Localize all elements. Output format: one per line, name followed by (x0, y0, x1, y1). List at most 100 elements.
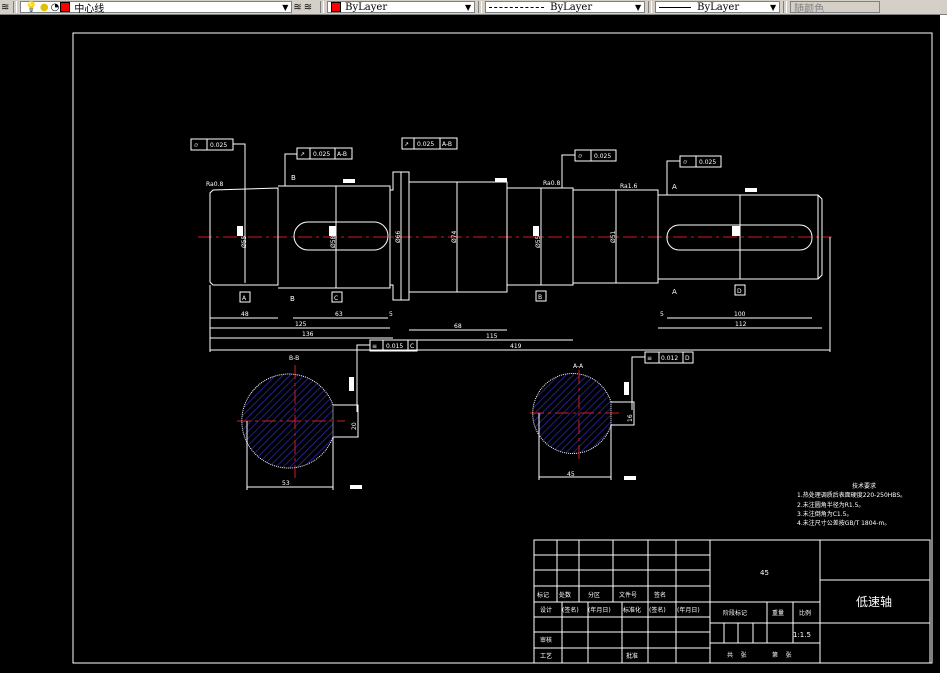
chevron-down-icon[interactable]: ▼ (282, 3, 288, 12)
sun-icon[interactable]: ● (40, 2, 49, 13)
chevron-down-icon[interactable]: ▼ (465, 3, 471, 12)
drawing-text: 63 (335, 311, 343, 318)
drawing-text: (年月日) (588, 606, 611, 614)
layer-dropdown[interactable]: 💡 ● ◔ 中心线 ▼ (20, 1, 293, 15)
layer-manager-icon[interactable]: ≋ (1, 2, 9, 13)
lineweight-dropdown[interactable]: ByLayer ▼ (655, 1, 781, 13)
dim-d4: Ø74 (451, 230, 458, 243)
linetype-preview (489, 6, 545, 8)
drawing-text: 45 (567, 471, 575, 478)
drawing-text: 签名 (654, 591, 666, 599)
drawing-line (533, 226, 539, 236)
drawing-text: (签名) (649, 606, 666, 614)
lineweight-preview (659, 6, 692, 8)
dim-d1: Ø55 (241, 235, 248, 248)
drawing-text: 4.未注尺寸公差按GB/T 1804-m。 (797, 519, 890, 527)
drawing-text: 批准 (626, 652, 638, 660)
drawing-line (745, 188, 757, 192)
drawing-text: 0.025 (699, 159, 716, 166)
drawing-text: 5 (660, 311, 664, 318)
drawing-text: 100 (734, 311, 746, 318)
drawing-line (624, 476, 636, 480)
drawing-text: 0.015 (386, 343, 403, 350)
drawing-text: 标记 (537, 591, 549, 599)
drawing-text: 48 (241, 311, 249, 318)
drawing-text: 53 (282, 480, 290, 487)
plotstyle-value: 随颜色 (794, 3, 825, 15)
section-b-b: 53 20 B-B (237, 355, 362, 490)
drawing-text: 5 (389, 311, 393, 318)
color-value: ByLayer (345, 1, 388, 13)
drawing-text: 0.025 (417, 141, 434, 148)
drawing-text: 136 (302, 331, 314, 338)
drawing-line (329, 226, 336, 236)
drawing-text: ≡ (647, 355, 652, 362)
drawing-text: 3.未注倒角为C1.5。 (797, 510, 852, 518)
drawing-line (561, 154, 575, 188)
roughness-2: Ra0.8 (543, 180, 560, 187)
drawing-text: ↗ (404, 141, 409, 148)
section-mark-a-bottom: A (672, 288, 677, 296)
drawing-text: ⌭ (683, 159, 688, 166)
drawing-text: ⌭ (578, 153, 583, 160)
drawing-line (732, 226, 740, 236)
layer-color-swatch (60, 2, 71, 12)
roughness-1: Ra0.8 (206, 181, 223, 188)
drawing-text: 16 (627, 414, 634, 422)
drawing-text: 文件号 (619, 591, 637, 599)
keyway-1 (293, 221, 389, 251)
drawing-text: D (685, 355, 690, 362)
drawing-text: 0.025 (313, 151, 330, 158)
drawing-line (356, 344, 370, 412)
roughness-3: Ra1.6 (620, 183, 637, 190)
lock-icon[interactable]: ◔ (51, 2, 60, 13)
drawing-canvas[interactable]: Ø55 Ø58 Ø66 Ø74 Ø55 Ø51 Ra0.8 Ra0.8 Ra1.… (0, 15, 947, 687)
drawing-text: 阶段标记 (723, 609, 747, 617)
drawing-text: 419 (510, 343, 522, 350)
section-label-aa: A-A (573, 363, 584, 370)
section-mark-a-top: A (672, 183, 677, 191)
drawing-text: 分区 (588, 591, 600, 599)
datum-c: C (334, 295, 338, 302)
section-mark-b-bottom: B (290, 295, 295, 303)
window-edge-bottom (0, 673, 947, 687)
scale-value: 1:1.5 (793, 631, 811, 639)
tech-requirements: 技术要求 1.热处理调质后表面硬度220-250HBS。 2.未注圆角半径为R1… (797, 482, 906, 527)
datum-d: D (737, 288, 742, 295)
bulb-icon[interactable]: 💡 (25, 2, 37, 13)
drawing-text: 20 (351, 422, 358, 430)
drawing-text: 1.热处理调质后表面硬度220-250HBS。 (797, 491, 906, 499)
drawing-text: 比例 (799, 609, 811, 617)
drawing-text: 技术要求 (852, 482, 876, 490)
drawing-line (237, 226, 243, 236)
dim-d5: Ø55 (535, 235, 542, 248)
drawing-text: 处数 (559, 591, 571, 599)
linetype-dropdown[interactable]: ByLayer ▼ (485, 1, 646, 13)
section-a-a: 45 16 A-A (530, 363, 636, 480)
lineweight-value: ByLayer (697, 1, 740, 13)
drawing-text: 0.025 (210, 142, 227, 149)
linetype-value: ByLayer (550, 1, 593, 13)
drawing-text: 0.025 (594, 153, 611, 160)
chevron-down-icon[interactable]: ▼ (770, 3, 776, 12)
drawing-text: 标准化 (623, 606, 641, 614)
drawing-text: (签名) (562, 606, 579, 614)
drawing-text: 112 (735, 321, 747, 328)
drawing-line (624, 382, 629, 395)
drawing-text: (年月日) (677, 606, 700, 614)
layers-toolbar: ≋ 💡 ● ◔ 中心线 ▼ ≋ ≋ ByLayer ▼ ByLayer ▼ By… (0, 0, 947, 15)
drawing-line (343, 179, 355, 183)
drawing-text: ↗ (300, 151, 305, 158)
drawing-text: 工艺 (540, 652, 552, 660)
drawing-line (350, 485, 362, 489)
plotstyle-dropdown: 随颜色 (790, 1, 881, 15)
color-dropdown[interactable]: ByLayer ▼ (327, 1, 476, 13)
layer-previous-icon[interactable]: ≋ (304, 2, 312, 13)
drawing-text: 审核 (540, 636, 552, 644)
make-current-layer-icon[interactable]: ≋ (293, 2, 301, 13)
dim-d3: Ø66 (395, 230, 402, 243)
dim-d6: Ø51 (610, 230, 617, 243)
chevron-down-icon[interactable]: ▼ (635, 3, 641, 12)
drawing-text: ≡ (372, 343, 377, 350)
drawing-text: A-B (337, 151, 347, 158)
